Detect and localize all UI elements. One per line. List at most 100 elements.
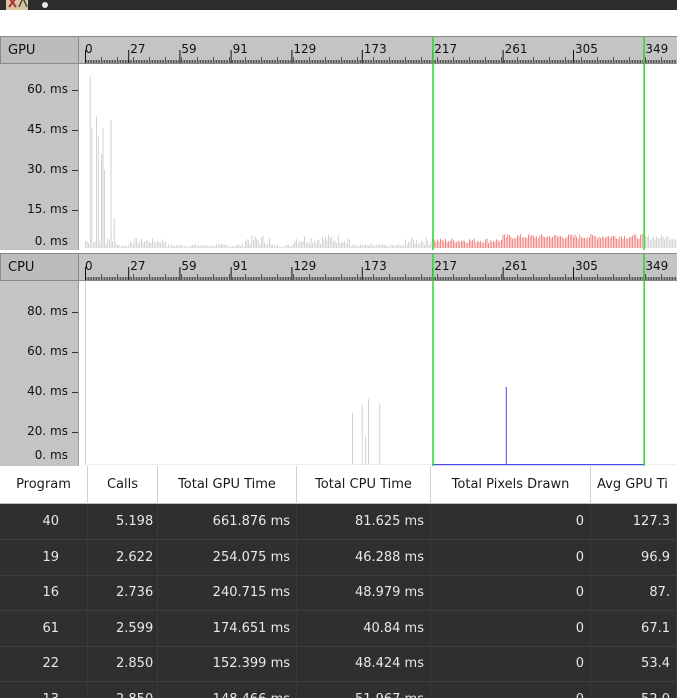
cpu-frame-bar [150, 464, 152, 465]
gpu-frame-bar [425, 237, 427, 248]
gpu-frame-bar [253, 240, 254, 248]
gpu-frame-bar [171, 244, 173, 248]
cpu-track-label: CPU [0, 253, 79, 281]
cpu-frame-bar [265, 464, 267, 465]
cpu-frame-bar [131, 464, 133, 465]
gpu-frame-bar [126, 246, 128, 248]
cpu-frame-bar [224, 464, 225, 465]
gpu-frame-bar [366, 245, 368, 248]
cpu-frame-bar [192, 464, 193, 465]
column-header[interactable]: Total CPU Time [297, 466, 431, 504]
cpu-ruler-label: 217 [434, 259, 458, 273]
cpu-frame-bar [291, 464, 293, 465]
gpu-frame-bar [169, 246, 171, 248]
gpu-frame-bar [640, 234, 641, 248]
gpu-ruler-label: 305 [575, 42, 598, 56]
cpu-frame-bar [166, 464, 168, 465]
table-row[interactable]: 132.850148.466 ms51.967 ms052.0 [0, 682, 677, 698]
cpu-frame-bar [264, 464, 265, 465]
gpu-frame-bar [675, 239, 677, 248]
gpu-frame-bar [358, 246, 360, 248]
gpu-frame-bar [579, 234, 581, 248]
gpu-frame-bar [265, 244, 267, 248]
cpu-timeline-plot[interactable] [79, 281, 677, 466]
cpu-frame-bar [366, 464, 368, 465]
cpu-frame-bar [256, 464, 257, 465]
table-cell: 81.625 ms [297, 505, 431, 540]
cpu-frame-ruler[interactable]: 0 27 59 91 129 173 217 261 305 349 [79, 253, 677, 281]
cpu-frame-bar [673, 464, 675, 465]
cpu-frame-bar [120, 464, 121, 465]
cpu-frame-bar [661, 464, 662, 465]
gpu-frame-bar [272, 245, 273, 248]
table-cell: 16 [0, 576, 88, 611]
column-header[interactable]: Total Pixels Drawn [431, 466, 591, 504]
gpu-frame-bar [553, 234, 555, 248]
table-row[interactable]: 16 2.736 240.715 ms 48.979 ms 0 87. [0, 576, 677, 611]
gpu-frame-bar [163, 241, 165, 248]
selection-marker-line[interactable] [643, 281, 645, 466]
gpu-frame-bar [457, 240, 459, 248]
table-row[interactable]: 19 2.622 254.075 ms 46.288 ms 0 96.9 [0, 540, 677, 576]
cpu-frame-bar [229, 464, 230, 465]
gpu-timeline-plot[interactable] [79, 64, 677, 250]
cpu-frame-bar [189, 464, 190, 465]
table-cell: 19 [0, 540, 88, 576]
cpu-frame-bar [662, 464, 664, 465]
selection-marker-line[interactable] [432, 281, 434, 466]
gpu-frame-bar [309, 244, 310, 248]
cpu-frame-bar [659, 464, 661, 465]
gpu-frame-bar [173, 245, 174, 248]
gpu-frame-bar [566, 237, 568, 248]
cpu-frame-bar [352, 413, 353, 465]
gpu-frame-bar [240, 246, 241, 248]
gpu-frame-bar [595, 236, 597, 248]
gpu-y-tick-label: 45. ms [27, 122, 68, 136]
gpu-frame-bar [369, 244, 371, 248]
column-header[interactable]: Program [0, 466, 88, 504]
gpu-frame-bar [529, 235, 531, 248]
column-header[interactable]: Calls [88, 466, 158, 504]
gpu-frame-bar [225, 245, 227, 248]
cpu-frame-bar [190, 464, 192, 465]
gpu-frame-bar [139, 241, 141, 248]
cpu-frame-bar [198, 464, 200, 465]
gpu-frame-bar [193, 245, 195, 248]
table-row[interactable]: 22 2.850 152.399 ms 48.424 ms 0 53.4 [0, 647, 677, 682]
column-header[interactable]: Total GPU Time [158, 466, 297, 504]
gpu-frame-bar [313, 240, 315, 248]
gpu-frame-bar [115, 242, 117, 248]
cpu-frame-bar [115, 464, 117, 465]
gpu-frame-bar [669, 239, 670, 248]
table-cell: 2.736 [88, 576, 158, 611]
gpu-frame-bar [539, 235, 541, 248]
cpu-frame-bar [174, 464, 176, 465]
cpu-frame-bar [307, 464, 309, 465]
cpu-frame-bar [667, 464, 669, 465]
selection-marker-line[interactable] [643, 64, 645, 250]
gpu-frame-bar [121, 245, 123, 248]
gpu-frame-bar [534, 237, 536, 248]
table-row[interactable]: 40 5.198 661.876 ms 81.625 ms 0 127.3 [0, 505, 677, 540]
gpu-frame-bar [233, 246, 235, 248]
cpu-frame-bar [357, 464, 358, 465]
gpu-frame-bar [293, 243, 294, 248]
column-header[interactable]: Avg GPU Ti [591, 466, 677, 504]
selection-marker-line[interactable] [432, 64, 434, 250]
gpu-frame-ruler[interactable]: 0 27 59 91 129 173 217 261 305 349 [79, 36, 677, 64]
cpu-frame-bar [128, 464, 129, 465]
gpu-frame-bar [213, 246, 214, 248]
gpu-frame-bar [192, 245, 193, 248]
gpu-frame-bar [598, 236, 600, 248]
gpu-frame-bar [393, 245, 395, 248]
cpu-frame-bar [313, 464, 315, 465]
gpu-frame-bar [624, 235, 625, 248]
gpu-frame-bar [387, 245, 389, 248]
table-cell: 13 [0, 682, 88, 698]
gpu-frame-bar [325, 236, 326, 248]
gpu-frame-bar [625, 238, 627, 248]
gpu-frame-bar [561, 237, 563, 248]
app-logo-icon[interactable] [6, 0, 28, 10]
table-cell: 2.850 [88, 647, 158, 682]
table-row[interactable]: 61 2.599 174.651 ms 40.84 ms 0 67.1 [0, 611, 677, 647]
